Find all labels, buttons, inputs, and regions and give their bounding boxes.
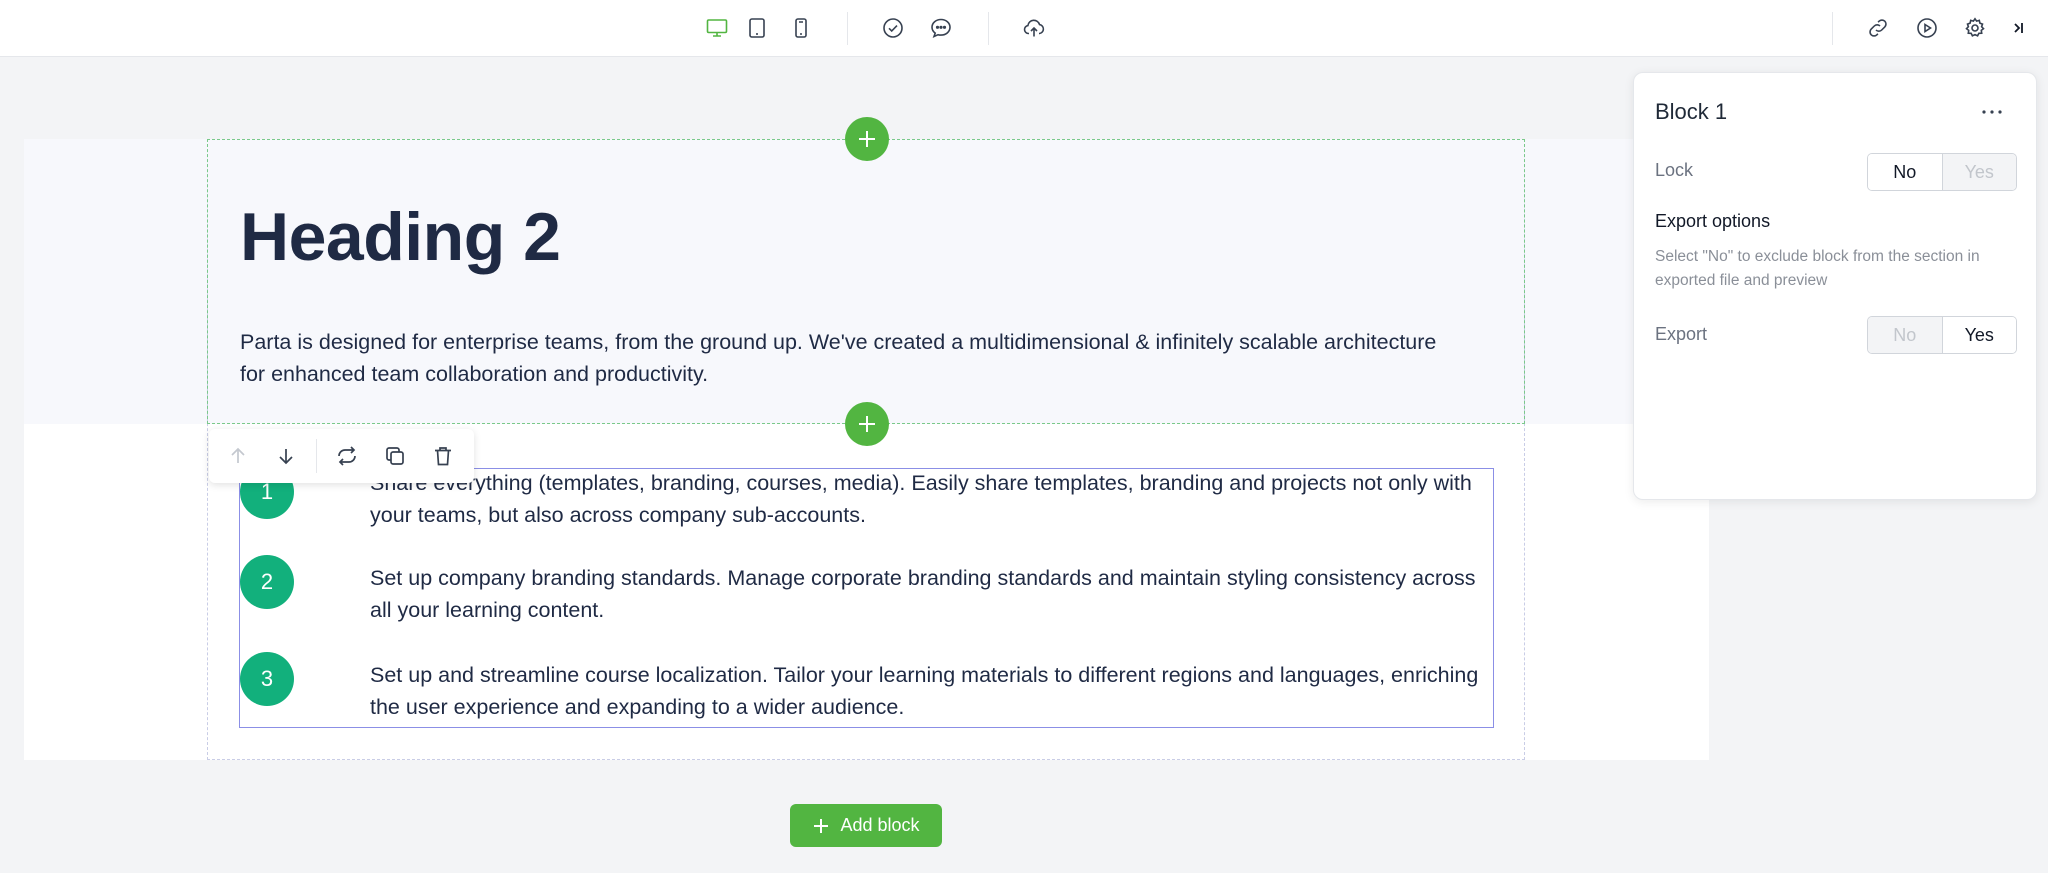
gear-icon bbox=[1965, 17, 1985, 37]
trash-icon bbox=[435, 447, 451, 466]
collapse-panel-icon bbox=[2014, 23, 2023, 33]
tablet-view-button[interactable] bbox=[739, 10, 775, 46]
plus-icon bbox=[859, 131, 875, 147]
delete-block-button[interactable] bbox=[427, 440, 459, 472]
mobile-view-button[interactable] bbox=[783, 10, 819, 46]
check-circle-icon bbox=[883, 18, 903, 38]
panel-title: Block 1 bbox=[1655, 99, 1728, 124]
plus-icon bbox=[859, 416, 875, 432]
swap-block-button[interactable] bbox=[331, 440, 363, 472]
export-toggle: No Yes bbox=[1867, 316, 2017, 354]
tablet-icon bbox=[749, 18, 765, 38]
settings-button[interactable] bbox=[1957, 10, 1993, 46]
desktop-icon bbox=[706, 19, 728, 37]
toolbar-divider bbox=[847, 12, 848, 45]
more-horizontal-icon bbox=[1982, 110, 2002, 114]
list-item-text[interactable]: Share everything (templates, branding, c… bbox=[370, 467, 1490, 531]
toolbar-divider bbox=[316, 439, 317, 473]
add-block-between-button[interactable] bbox=[845, 402, 889, 446]
duplicate-block-button[interactable] bbox=[379, 440, 411, 472]
publish-button[interactable] bbox=[1016, 10, 1052, 46]
hero-paragraph[interactable]: Parta is designed for enterprise teams, … bbox=[240, 326, 1440, 390]
export-option-yes[interactable]: Yes bbox=[1941, 317, 2016, 353]
toolbar-divider bbox=[1832, 12, 1833, 45]
add-block-button[interactable]: Add block bbox=[790, 804, 942, 847]
arrow-down-icon bbox=[279, 449, 293, 465]
plus-icon bbox=[814, 818, 829, 833]
export-option-no[interactable]: No bbox=[1868, 317, 1942, 353]
desktop-view-button[interactable] bbox=[699, 10, 735, 46]
add-block-above-button[interactable] bbox=[845, 117, 889, 161]
toolbar-divider bbox=[988, 12, 989, 45]
list-item-text[interactable]: Set up and streamline course localizatio… bbox=[370, 659, 1490, 723]
list-number-badge: 3 bbox=[240, 652, 294, 706]
arrow-up-icon bbox=[231, 447, 245, 463]
numbered-list-block[interactable]: 1 Share everything (templates, branding,… bbox=[239, 465, 1494, 728]
list-number-badge: 2 bbox=[240, 555, 294, 609]
play-icon bbox=[1917, 18, 1937, 38]
move-up-button[interactable] bbox=[222, 440, 254, 472]
link-icon bbox=[1869, 19, 1887, 37]
more-options-button[interactable] bbox=[1974, 97, 2010, 127]
top-toolbar bbox=[0, 0, 2048, 57]
lock-toggle: No Yes bbox=[1867, 153, 2017, 191]
collapse-panel-button[interactable] bbox=[2000, 10, 2036, 46]
lock-option-yes[interactable]: Yes bbox=[1941, 154, 2016, 190]
export-label: Export bbox=[1655, 324, 1708, 344]
add-block-label: Add block bbox=[840, 815, 920, 835]
comments-button[interactable] bbox=[923, 10, 959, 46]
list-item-text[interactable]: Set up company branding standards. Manag… bbox=[370, 562, 1490, 626]
export-description: Select "No" to exclude block from the se… bbox=[1655, 248, 1980, 289]
lock-label: Lock bbox=[1655, 160, 1694, 180]
page-heading[interactable]: Heading 2 bbox=[240, 200, 561, 275]
move-down-button[interactable] bbox=[270, 440, 302, 472]
link-button[interactable] bbox=[1860, 10, 1896, 46]
comment-icon bbox=[931, 18, 951, 38]
duplicate-icon bbox=[386, 447, 404, 465]
block-settings-panel: Block 1 Lock No Yes Export options Selec… bbox=[1633, 72, 2037, 500]
cloud-upload-icon bbox=[1023, 19, 1045, 37]
preview-button[interactable] bbox=[1909, 10, 1945, 46]
lock-option-no[interactable]: No bbox=[1868, 154, 1942, 190]
block-toolbar bbox=[209, 429, 474, 483]
review-button[interactable] bbox=[875, 10, 911, 46]
export-options-heading: Export options bbox=[1655, 211, 1771, 231]
swap-icon bbox=[338, 446, 356, 466]
mobile-icon bbox=[795, 18, 807, 38]
